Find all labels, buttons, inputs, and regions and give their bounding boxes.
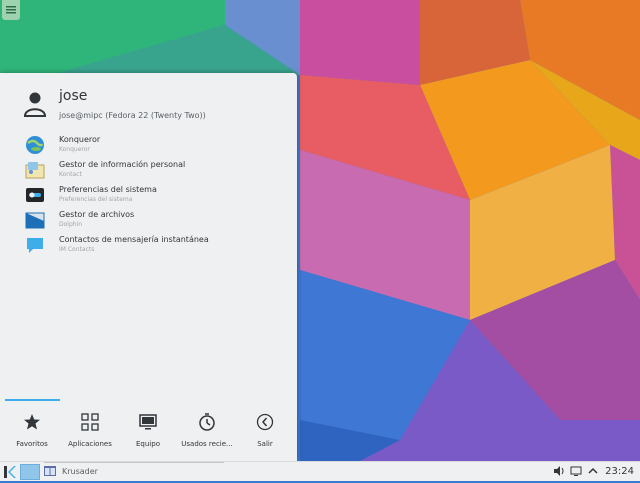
kontact-icon: [24, 159, 46, 181]
grid-icon: [81, 413, 99, 431]
launcher-tabs: Favoritos Aplicaciones Equipo Usados rec…: [0, 399, 297, 461]
tab-aplicaciones[interactable]: Aplicaciones: [60, 413, 120, 457]
virtual-desktop-pager[interactable]: [20, 464, 40, 480]
tab-label: Salir: [257, 440, 273, 448]
tab-label: Favoritos: [16, 440, 48, 448]
star-icon: [24, 414, 40, 430]
task-krusader[interactable]: Krusader: [44, 463, 224, 479]
chevron-up-icon[interactable]: [587, 465, 599, 477]
application-launcher-button[interactable]: [3, 464, 17, 478]
hamburger-icon: [6, 6, 16, 14]
favorite-konqueror[interactable]: Konqueror Konqueror: [24, 133, 284, 157]
tab-salir[interactable]: Salir: [235, 413, 295, 457]
tab-usados-recientemente[interactable]: Usados recie...: [177, 413, 237, 457]
globe-icon: [24, 134, 46, 156]
user-name: jose: [59, 88, 88, 104]
user-icon: [24, 92, 46, 117]
task-label: Krusader: [62, 466, 98, 476]
chat-icon: [24, 234, 46, 256]
monitor-icon: [139, 414, 157, 430]
favorite-subtitle: Kontact: [59, 171, 82, 178]
favorite-title: Gestor de información personal: [59, 160, 186, 169]
folder-icon: [24, 209, 46, 231]
favorite-subtitle: Preferencias del sistema: [59, 196, 133, 203]
favorite-subtitle: IM Contacts: [59, 246, 95, 253]
tab-favoritos[interactable]: Favoritos: [2, 413, 62, 457]
user-avatar: [24, 91, 46, 117]
favorite-dolphin[interactable]: Gestor de archivos Dolphin: [24, 208, 284, 232]
tab-label: Aplicaciones: [68, 440, 112, 448]
settings-toggle-icon: [24, 184, 46, 206]
desktop-toolbox-button[interactable]: [2, 0, 20, 20]
favorite-im-contacts[interactable]: Contactos de mensajería instantánea IM C…: [24, 233, 284, 257]
display-icon[interactable]: [570, 465, 582, 477]
taskbar-panel: Krusader 23:24: [0, 461, 640, 481]
favorite-title: Contactos de mensajería instantánea: [59, 235, 209, 244]
favorite-title: Preferencias del sistema: [59, 185, 157, 194]
kde-launcher-icon: [4, 466, 16, 478]
tab-label: Usados recie...: [181, 440, 233, 448]
favorite-subtitle: Dolphin: [59, 221, 83, 228]
clock-icon: [199, 413, 215, 431]
tab-label: Equipo: [136, 440, 160, 448]
application-launcher-menu: jose jose@mipc (Fedora 22 (Twenty Two)) …: [0, 73, 297, 461]
favorite-title: Konqueror: [59, 135, 101, 144]
favorite-system-settings[interactable]: Preferencias del sistema Preferencias de…: [24, 183, 284, 207]
favorite-subtitle: Konqueror: [59, 146, 90, 153]
active-tab-indicator: [5, 399, 60, 401]
clock[interactable]: 23:24: [605, 466, 634, 477]
system-tray: 23:24: [553, 464, 634, 478]
volume-icon[interactable]: [553, 465, 565, 477]
user-host: jose@mipc (Fedora 22 (Twenty Two)): [59, 111, 206, 120]
left-arrow-circle-icon: [256, 413, 274, 431]
favorite-kontact[interactable]: Gestor de información personal Kontact: [24, 158, 284, 182]
favorite-title: Gestor de archivos: [59, 210, 135, 219]
krusader-icon: [44, 466, 56, 476]
tab-equipo[interactable]: Equipo: [118, 413, 178, 457]
